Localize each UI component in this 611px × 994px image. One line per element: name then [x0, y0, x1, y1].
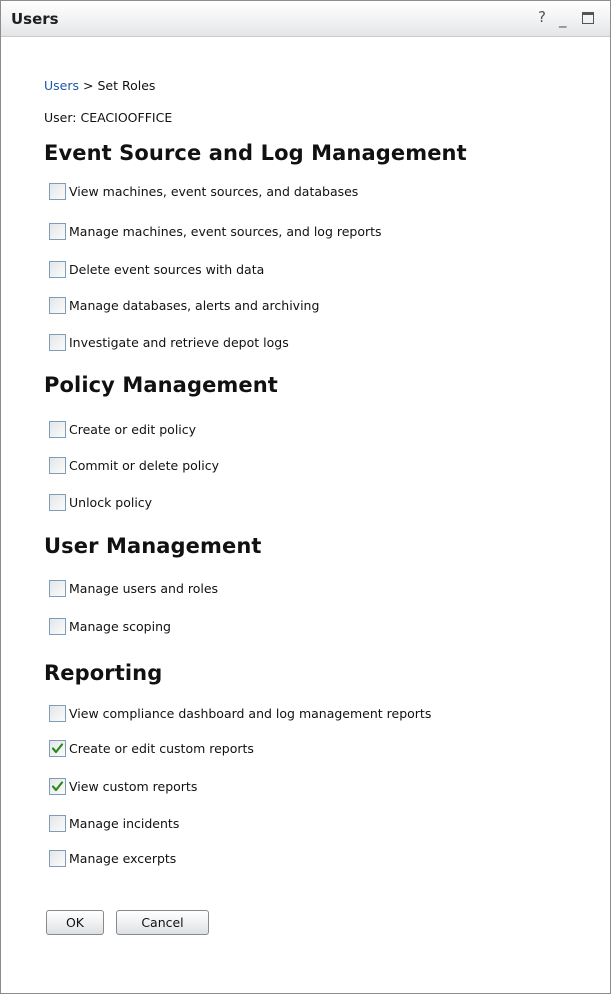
- ok-button[interactable]: OK: [46, 910, 104, 935]
- section-title-policy: Policy Management: [44, 373, 278, 397]
- maximize-icon[interactable]: [582, 12, 594, 24]
- user-name: CEACIOOFFICE: [80, 110, 173, 125]
- breadcrumb-current: Set Roles: [97, 78, 156, 93]
- checkbox[interactable]: [49, 617, 66, 635]
- portlet-title: Users: [11, 10, 59, 28]
- portlet-titlebar: Users ? _: [1, 1, 610, 37]
- minimize-icon[interactable]: _: [559, 9, 567, 29]
- role-option[interactable]: Delete event sources with data: [49, 259, 264, 279]
- role-option[interactable]: Manage machines, event sources, and log …: [49, 221, 382, 241]
- user-line: User: CEACIOOFFICE: [44, 110, 172, 125]
- role-option[interactable]: View machines, event sources, and databa…: [49, 181, 358, 201]
- role-option[interactable]: Manage incidents: [49, 813, 179, 833]
- breadcrumb: Users > Set Roles: [44, 78, 155, 93]
- breadcrumb-users-link[interactable]: Users: [44, 78, 79, 93]
- role-option-label: Manage incidents: [69, 815, 180, 831]
- role-option-label: View machines, event sources, and databa…: [69, 183, 359, 199]
- role-option-label: Manage databases, alerts and archiving: [69, 297, 320, 313]
- role-option[interactable]: Create or edit policy: [49, 419, 196, 439]
- checkbox[interactable]: [49, 260, 66, 278]
- role-option[interactable]: Manage scoping: [49, 616, 171, 636]
- role-option-label: Manage scoping: [69, 618, 171, 634]
- section-title-user-management: User Management: [44, 534, 262, 558]
- checkbox[interactable]: [49, 420, 66, 438]
- cancel-button[interactable]: Cancel: [116, 910, 209, 935]
- user-label: User:: [44, 110, 77, 125]
- role-option-label: Manage excerpts: [69, 850, 177, 866]
- checkbox[interactable]: [49, 493, 66, 511]
- role-option[interactable]: Manage users and roles: [49, 578, 218, 598]
- role-option-label: Create or edit policy: [69, 421, 197, 437]
- checkbox[interactable]: [49, 849, 66, 867]
- users-portlet: Users ? _ Users > Set Roles User: CEACIO…: [0, 0, 611, 994]
- role-option-label: Delete event sources with data: [69, 261, 265, 277]
- check-icon: [51, 780, 64, 791]
- role-option-label: Investigate and retrieve depot logs: [69, 334, 289, 350]
- checkbox[interactable]: [49, 777, 66, 795]
- role-option[interactable]: Manage excerpts: [49, 848, 176, 868]
- help-icon[interactable]: ?: [538, 7, 546, 27]
- role-option[interactable]: View compliance dashboard and log manage…: [49, 703, 431, 723]
- role-option[interactable]: Unlock policy: [49, 492, 152, 512]
- checkbox[interactable]: [49, 296, 66, 314]
- check-icon: [51, 742, 64, 753]
- section-title-reporting: Reporting: [44, 661, 163, 685]
- role-option[interactable]: Create or edit custom reports: [49, 738, 254, 758]
- breadcrumb-separator: >: [83, 78, 94, 93]
- role-option[interactable]: Manage databases, alerts and archiving: [49, 295, 319, 315]
- checkbox[interactable]: [49, 182, 66, 200]
- role-option[interactable]: Commit or delete policy: [49, 455, 219, 475]
- checkbox[interactable]: [49, 333, 66, 351]
- checkbox[interactable]: [49, 739, 66, 757]
- role-option[interactable]: Investigate and retrieve depot logs: [49, 332, 289, 352]
- checkbox[interactable]: [49, 579, 66, 597]
- role-option-label: Unlock policy: [69, 494, 153, 510]
- role-option-label: Manage users and roles: [69, 580, 219, 596]
- role-option-label: Create or edit custom reports: [69, 740, 254, 756]
- checkbox[interactable]: [49, 814, 66, 832]
- role-option-label: View compliance dashboard and log manage…: [69, 705, 432, 721]
- section-title-event-source: Event Source and Log Management: [44, 141, 467, 165]
- role-option-label: View custom reports: [69, 778, 198, 794]
- role-option-label: Manage machines, event sources, and log …: [69, 223, 382, 239]
- checkbox[interactable]: [49, 704, 66, 722]
- role-option-label: Commit or delete policy: [69, 457, 219, 473]
- role-option[interactable]: View custom reports: [49, 776, 197, 796]
- checkbox[interactable]: [49, 222, 66, 240]
- checkbox[interactable]: [49, 456, 66, 474]
